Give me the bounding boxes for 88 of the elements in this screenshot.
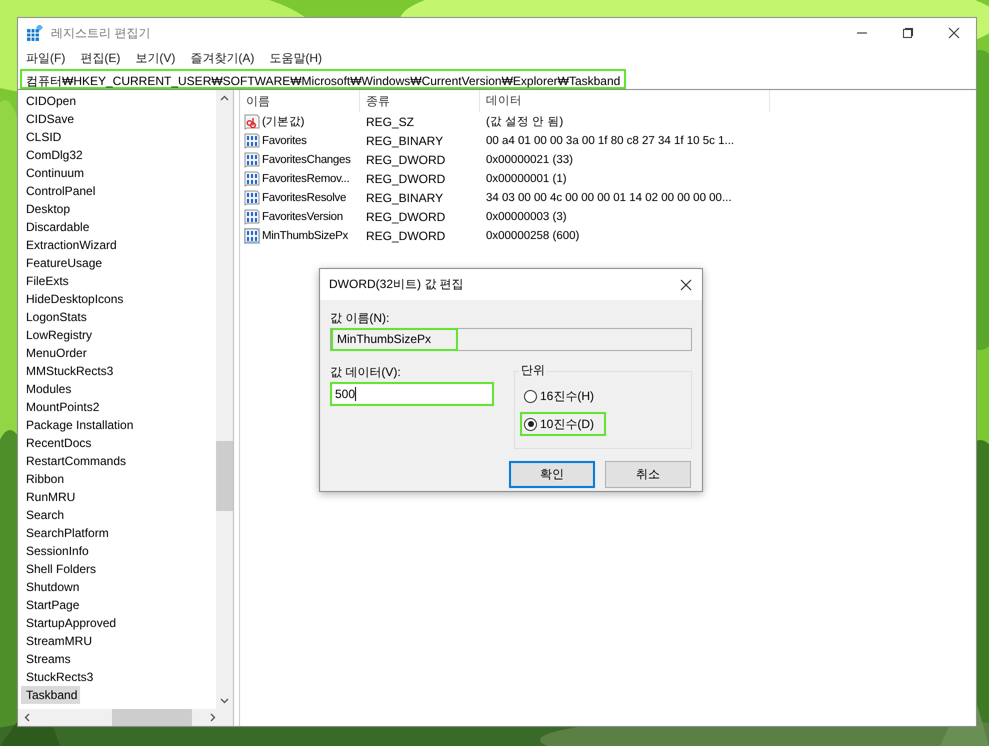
tree-item[interactable]: CLSID (21, 128, 64, 146)
value-type: REG_DWORD (365, 172, 446, 186)
tree-item[interactable]: Discardable (21, 218, 92, 236)
field-label: 값 이름(N): (330, 310, 390, 327)
tree-item[interactable]: ControlPanel (21, 182, 98, 200)
column-header[interactable]: 데이터 (480, 90, 770, 112)
menu-item[interactable]: 파일(F) (24, 50, 72, 67)
tree-item[interactable]: MMStuckRects3 (21, 362, 116, 380)
scrollbar-thumb[interactable] (112, 709, 192, 726)
value-name[interactable]: FavoritesVersion (262, 210, 343, 222)
tree-item[interactable]: RestartCommands (21, 452, 130, 470)
tree-item[interactable]: CIDSave (21, 110, 78, 128)
tree-item[interactable]: MenuOrder (21, 344, 90, 362)
tree-item[interactable]: Continuum (21, 164, 88, 182)
address-bar[interactable]: 컴퓨터₩HKEY_CURRENT_USER₩SOFTWARE₩Microsoft₩Windows₩CurrentVersion₩Explorer₩Taskband (20, 69, 626, 89)
maximize-icon[interactable] (902, 27, 914, 39)
tree-item[interactable]: Desktop (21, 200, 74, 218)
tree-item[interactable]: Streams (21, 650, 74, 668)
value-data: 0x00000021 (33) (485, 154, 574, 166)
radio-option[interactable]: 10진수(D) (520, 412, 606, 436)
window-title: 레지스트리 편집기 (51, 24, 150, 42)
menu-item[interactable]: 보기(V) (133, 50, 182, 67)
dialog-button[interactable]: 확인 (509, 461, 595, 488)
value-data: 0x00000003 (3) (485, 210, 568, 222)
tree-item[interactable]: MountPoints2 (21, 398, 102, 416)
value-type: REG_DWORD (365, 228, 446, 242)
value-data: 0x00000258 (600) (485, 230, 580, 242)
tree-item[interactable]: HideDesktopIcons (21, 290, 126, 308)
tree-item[interactable]: Shutdown (21, 578, 82, 596)
value-type: REG_BINARY (365, 190, 444, 204)
scrollbar-thumb[interactable] (216, 440, 233, 512)
value-type: REG_SZ (365, 114, 416, 128)
scroll-down-icon[interactable] (220, 698, 229, 704)
input-field[interactable]: MinThumbSizePx (330, 328, 692, 351)
tree-item[interactable]: LogonStats (21, 308, 90, 326)
input-field[interactable]: 500 (330, 382, 494, 406)
scroll-up-icon[interactable] (220, 95, 229, 101)
column-header[interactable]: 종류 (360, 90, 480, 112)
value-name[interactable]: FavoritesChanges (262, 154, 351, 166)
menu-item[interactable]: 편집(E) (78, 50, 128, 67)
scroll-left-icon[interactable] (24, 713, 30, 722)
value-type: REG_BINARY (365, 134, 444, 148)
tree-item[interactable]: ExtractionWizard (21, 236, 120, 254)
value-type: REG_DWORD (365, 152, 446, 166)
group-label: 단위 (519, 362, 547, 379)
tree-item[interactable]: SearchPlatform (21, 524, 112, 542)
value-name[interactable]: FavoritesRemov... (262, 172, 350, 184)
menu-item[interactable]: 즐겨찾기(A) (188, 50, 262, 67)
dialog-title: DWORD(32비트) 값 편집 (329, 276, 464, 293)
tree-item[interactable]: RecentDocs (21, 434, 94, 452)
tree-item[interactable]: StreamMRU (21, 632, 96, 650)
tree-item[interactable]: Modules (21, 380, 74, 398)
registry-icon (27, 25, 43, 41)
tree-item[interactable]: Ribbon (21, 470, 68, 488)
tree-item[interactable]: SessionInfo (21, 542, 92, 560)
tree-item[interactable]: StuckRects3 (21, 668, 96, 686)
value-data: 00 a4 01 00 00 3a 00 1f 80 c8 27 34 1f 10 5c 1... (485, 134, 736, 146)
tree-item[interactable]: FeatureUsage (21, 254, 106, 272)
value-name[interactable]: (기본값) (262, 114, 304, 129)
tree-item[interactable]: Taskband (21, 686, 80, 704)
tree-item[interactable]: LowRegistry (21, 326, 96, 344)
tree-item[interactable]: Shell Folders (21, 560, 100, 578)
tree-item[interactable]: CIDOpen (21, 92, 80, 110)
value-name[interactable]: MinThumbSizePx (262, 230, 348, 242)
tree-item[interactable]: ComDlg32 (21, 146, 86, 164)
column-header[interactable]: 이름 (240, 90, 360, 112)
dialog-button[interactable]: 취소 (605, 461, 691, 488)
value-name[interactable]: FavoritesResolve (262, 192, 346, 204)
tree-item[interactable]: FileExts (21, 272, 72, 290)
value-data: 34 03 00 00 4c 00 00 00 01 14 02 00 00 00 00... (485, 192, 733, 204)
scroll-right-icon[interactable] (210, 713, 216, 722)
close-icon[interactable] (948, 27, 960, 39)
tree-item[interactable]: Search (21, 506, 68, 524)
tree-item[interactable]: StartPage (21, 596, 82, 614)
value-type: REG_DWORD (365, 210, 446, 224)
tree-item[interactable]: StartupApproved (21, 614, 120, 632)
value-data: 0x00000001 (1) (485, 172, 568, 184)
radio-button[interactable] (524, 418, 537, 430)
field-value: MinThumbSizePx (331, 328, 458, 351)
close-icon[interactable] (680, 278, 692, 290)
field-label: 값 데이터(V): (330, 364, 402, 381)
radio-button[interactable] (524, 390, 537, 402)
radio-option[interactable]: 16진수(H) (520, 384, 606, 408)
tree-item[interactable]: RunMRU (21, 488, 78, 506)
value-name[interactable]: Favorites (262, 134, 307, 146)
value-data: (값 설정 안 됨) (485, 115, 564, 129)
menu-item[interactable]: 도움말(H) (267, 50, 329, 67)
tree-item[interactable]: Package Installation (21, 416, 136, 434)
